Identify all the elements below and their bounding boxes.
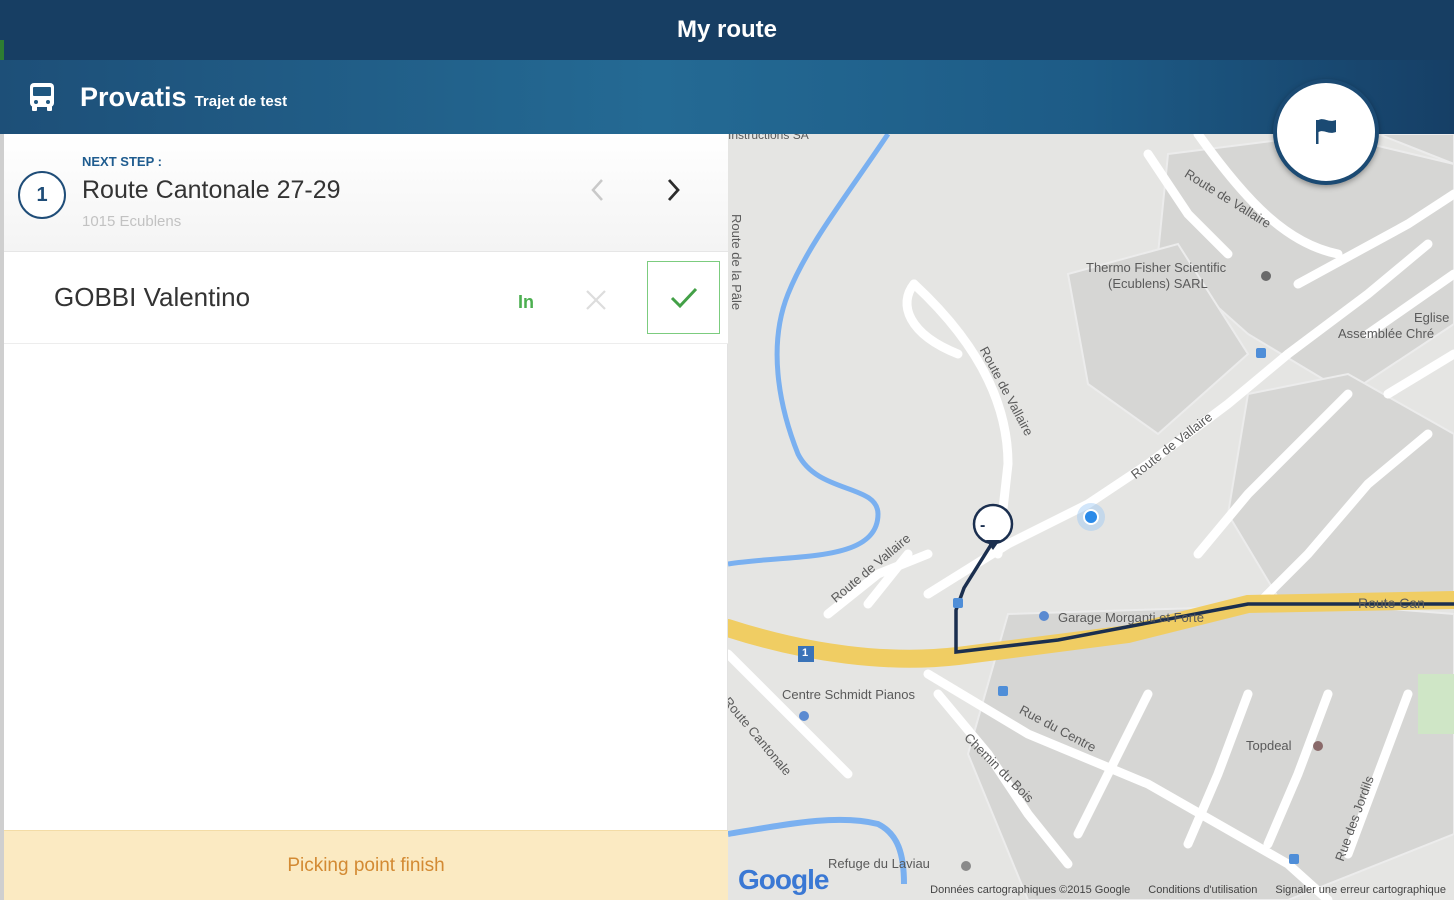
map-label-instructions: Instructions SA xyxy=(728,134,809,142)
map-label-eglise-1: Eglise E xyxy=(1414,310,1454,325)
map-label-schmidt: Centre Schmidt Pianos xyxy=(782,687,915,702)
bus-icon xyxy=(24,79,60,115)
title-bar: My route xyxy=(0,0,1454,60)
brand-name: Provatis xyxy=(80,81,187,112)
step-number-badge: 1 xyxy=(18,171,66,219)
check-icon xyxy=(670,287,697,308)
map-label-topdeal: Topdeal xyxy=(1246,738,1292,753)
next-step-card: 1 NEXT STEP : Route Cantonale 27-29 1015… xyxy=(4,134,728,252)
route-map[interactable]: - 1 Instructions SA Route de Vallaire Th… xyxy=(728,134,1454,900)
previous-step-button[interactable] xyxy=(580,172,616,208)
map-label-route-cantonale-e: Route Can xyxy=(1358,595,1425,611)
next-step-button[interactable] xyxy=(655,172,691,208)
confirm-pickup-button[interactable] xyxy=(647,261,720,334)
finish-route-button[interactable] xyxy=(1273,79,1379,185)
next-step-label: NEXT STEP : xyxy=(82,154,162,169)
map-canvas xyxy=(728,134,1454,900)
route-name: Trajet de test xyxy=(194,92,288,110)
map-label-route-praille: Route de la Pâle xyxy=(729,214,744,311)
map-label-thermo-1: Thermo Fisher Scientific xyxy=(1086,260,1227,275)
map-label-garage: Garage Morganti et Forte xyxy=(1058,610,1204,625)
map-label-refuge: Refuge du Laviau xyxy=(828,856,930,871)
passenger-name: GOBBI Valentino xyxy=(54,282,251,312)
map-attribution: Données cartographiques ©2015 Google Con… xyxy=(728,884,1454,900)
highway-shield-label: 1 xyxy=(802,647,809,659)
close-icon xyxy=(586,290,606,310)
mark-absent-button[interactable] xyxy=(578,282,614,318)
route-steps-panel: 1 NEXT STEP : Route Cantonale 27-29 1015… xyxy=(4,134,728,900)
chevron-left-icon xyxy=(591,179,603,201)
route-header: Provatis Trajet de test xyxy=(0,60,1454,134)
page-title: My route xyxy=(676,16,777,43)
passenger-row: GOBBI Valentino In xyxy=(4,252,728,344)
picking-point-finish-button[interactable]: Picking point finish xyxy=(4,830,728,900)
map-label-thermo-2: (Ecublens) SARL xyxy=(1108,276,1208,291)
map-report-link[interactable]: Signaler une erreur cartographique xyxy=(1275,884,1446,900)
flag-icon xyxy=(1316,119,1336,144)
step-city: 1015 Ecublens xyxy=(82,213,182,230)
map-data-credit: Données cartographiques ©2015 Google xyxy=(930,884,1131,896)
map-terms-link[interactable]: Conditions d'utilisation xyxy=(1148,884,1257,900)
route-marker-label: - xyxy=(980,517,986,534)
passenger-status: In xyxy=(518,292,534,312)
app-root: My route Provatis Trajet de test 1 NEXT … xyxy=(0,0,1454,900)
step-address: Route Cantonale 27-29 xyxy=(82,176,341,204)
map-label-eglise-2: Assemblée Chré xyxy=(1338,326,1435,341)
picking-point-finish-label: Picking point finish xyxy=(287,854,445,876)
chevron-right-icon xyxy=(667,179,680,201)
